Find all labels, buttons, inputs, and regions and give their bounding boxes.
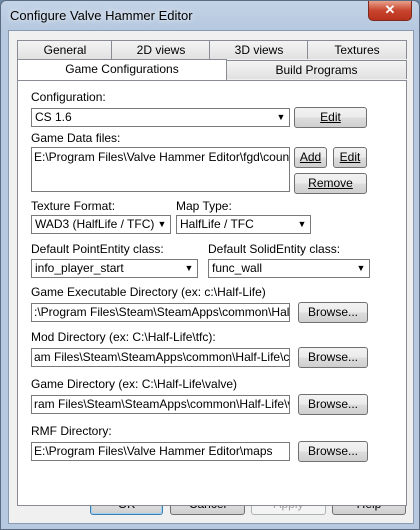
tab-2d-views[interactable]: 2D views [111,40,211,59]
tab-textures[interactable]: Textures [307,40,407,59]
tab-general[interactable]: General [17,40,113,59]
configuration-label: Configuration: [31,90,106,104]
map-type-value: HalfLife / TFC [180,217,254,231]
title-bar[interactable]: Configure Valve Hammer Editor ✕ [1,1,419,29]
game-executable-dir-label: Game Executable Directory (ex: c:\Half-L… [31,285,266,299]
window-title: Configure Valve Hammer Editor [10,8,193,23]
game-dir-label: Game Directory (ex: C:\Half-Life\valve) [31,377,238,391]
default-solid-entity-select[interactable]: func_wall ▼ [208,259,370,278]
default-point-entity-label: Default PointEntity class: [31,242,164,256]
texture-format-value: WAD3 (HalfLife / TFC) [35,217,155,231]
game-data-add-button[interactable]: Add [294,147,327,168]
rmf-dir-browse-button[interactable]: Browse... [298,441,368,462]
texture-format-label: Texture Format: [31,199,116,213]
game-dir-input[interactable]: ram Files\Steam\SteamApps\common\Half-Li… [31,395,290,414]
dialog-client: General 2D views 3D views Textures Game … [8,30,414,524]
remove-label: Remove [308,176,353,190]
add-label: Add [299,150,322,164]
tab-build-programs[interactable]: Build Programs [226,60,407,79]
game-data-remove-button[interactable]: Remove [294,173,367,194]
configuration-edit-button[interactable]: Edit [294,107,367,128]
mod-dir-label: Mod Directory (ex: C:\Half-Life\tfc): [31,330,216,344]
game-executable-browse-button[interactable]: Browse... [298,302,368,323]
tab-game-configurations[interactable]: Game Configurations [17,59,227,80]
tab-3d-views[interactable]: 3D views [209,40,309,59]
mod-dir-browse-button[interactable]: Browse... [298,347,368,368]
rmf-dir-input[interactable]: E:\Program Files\Valve Hammer Editor\map… [31,442,290,461]
game-data-edit-button[interactable]: Edit [333,147,367,168]
game-configurations-panel: Configuration: CS 1.6 ▼ Edit Game Data f… [17,80,407,506]
chevron-down-icon[interactable]: ▼ [181,260,197,277]
default-point-entity-select[interactable]: info_player_start ▼ [31,259,198,278]
configuration-value: CS 1.6 [35,110,72,124]
mod-dir-input[interactable]: am Files\Steam\SteamApps\common\Half-Lif… [31,348,290,367]
game-executable-dir-input[interactable]: :\Program Files\Steam\SteamApps\common\H… [31,303,290,322]
game-data-files-label: Game Data files: [31,131,121,145]
list-item[interactable]: E:\Program Files\Valve Hammer Editor\fgd… [34,150,289,164]
dialog-window: Configure Valve Hammer Editor ✕ General … [0,0,420,530]
map-type-select[interactable]: HalfLife / TFC ▼ [176,215,311,234]
chevron-down-icon[interactable]: ▼ [294,216,310,233]
texture-format-select[interactable]: WAD3 (HalfLife / TFC) ▼ [31,215,171,234]
map-type-label: Map Type: [176,199,232,213]
default-point-entity-value: info_player_start [35,261,124,275]
chevron-down-icon[interactable]: ▼ [273,109,289,126]
close-icon[interactable]: ✕ [368,1,412,21]
configuration-select[interactable]: CS 1.6 ▼ [31,108,290,127]
game-data-files-list[interactable]: E:\Program Files\Valve Hammer Editor\fgd… [31,147,290,192]
chevron-down-icon[interactable]: ▼ [154,216,170,233]
chevron-down-icon[interactable]: ▼ [353,260,369,277]
configuration-edit-label: Edit [320,110,341,124]
default-solid-entity-value: func_wall [212,261,263,275]
edit-label: Edit [339,150,361,164]
rmf-dir-label: RMF Directory: [31,424,112,438]
game-dir-browse-button[interactable]: Browse... [298,394,368,415]
default-solid-entity-label: Default SolidEntity class: [208,242,341,256]
